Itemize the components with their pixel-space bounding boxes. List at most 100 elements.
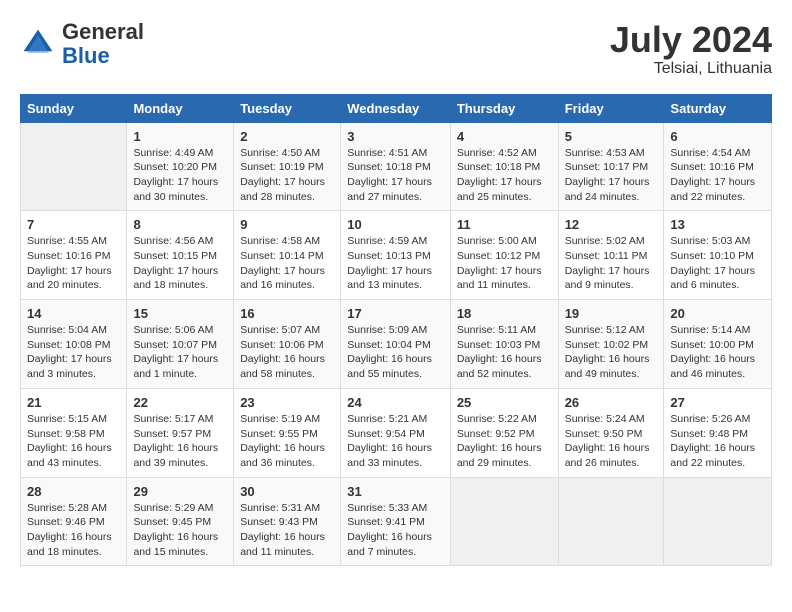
calendar-header-row: SundayMondayTuesdayWednesdayThursdayFrid… [21, 94, 772, 122]
day-number: 14 [27, 306, 120, 321]
column-header-friday: Friday [558, 94, 664, 122]
column-header-thursday: Thursday [450, 94, 558, 122]
calendar-cell [450, 477, 558, 566]
day-info: Sunrise: 5:07 AM Sunset: 10:06 PM Daylig… [240, 323, 334, 382]
calendar-cell: 26 Sunrise: 5:24 AM Sunset: 9:50 PM Dayli… [558, 388, 664, 477]
day-info: Sunrise: 4:49 AM Sunset: 10:20 PM Daylig… [133, 146, 227, 205]
week-row-2: 7 Sunrise: 4:55 AM Sunset: 10:16 PM Dayli… [21, 211, 772, 300]
day-info: Sunrise: 5:17 AM Sunset: 9:57 PM Dayligh… [133, 412, 227, 471]
day-info: Sunrise: 4:56 AM Sunset: 10:15 PM Daylig… [133, 234, 227, 293]
day-number: 26 [565, 395, 658, 410]
day-number: 21 [27, 395, 120, 410]
day-number: 28 [27, 484, 120, 499]
calendar-cell: 13 Sunrise: 5:03 AM Sunset: 10:10 PM Dayl… [664, 211, 772, 300]
day-info: Sunrise: 5:12 AM Sunset: 10:02 PM Daylig… [565, 323, 658, 382]
day-number: 24 [347, 395, 444, 410]
day-info: Sunrise: 4:52 AM Sunset: 10:18 PM Daylig… [457, 146, 552, 205]
day-number: 6 [670, 129, 765, 144]
logo: General Blue [20, 20, 144, 68]
column-header-wednesday: Wednesday [341, 94, 451, 122]
day-info: Sunrise: 5:33 AM Sunset: 9:41 PM Dayligh… [347, 501, 444, 560]
day-info: Sunrise: 5:19 AM Sunset: 9:55 PM Dayligh… [240, 412, 334, 471]
calendar-cell: 30Sunrise: 5:31 AM Sunset: 9:43 PM Dayli… [234, 477, 341, 566]
calendar-cell: 10 Sunrise: 4:59 AM Sunset: 10:13 PM Dayl… [341, 211, 451, 300]
day-number: 31 [347, 484, 444, 499]
calendar-cell: 25 Sunrise: 5:22 AM Sunset: 9:52 PM Dayli… [450, 388, 558, 477]
day-number: 7 [27, 217, 120, 232]
day-number: 15 [133, 306, 227, 321]
calendar-cell [21, 122, 127, 211]
calendar-cell: 16 Sunrise: 5:07 AM Sunset: 10:06 PM Dayl… [234, 300, 341, 389]
location: Telsiai, Lithuania [610, 60, 772, 78]
day-info: Sunrise: 4:51 AM Sunset: 10:18 PM Daylig… [347, 146, 444, 205]
day-number: 23 [240, 395, 334, 410]
day-number: 4 [457, 129, 552, 144]
calendar-cell: 22 Sunrise: 5:17 AM Sunset: 9:57 PM Dayli… [127, 388, 234, 477]
day-number: 25 [457, 395, 552, 410]
day-info: Sunrise: 5:02 AM Sunset: 10:11 PM Daylig… [565, 234, 658, 293]
calendar-cell: 15 Sunrise: 5:06 AM Sunset: 10:07 PM Dayl… [127, 300, 234, 389]
logo-text: General Blue [62, 20, 144, 68]
calendar-cell: 24 Sunrise: 5:21 AM Sunset: 9:54 PM Dayli… [341, 388, 451, 477]
day-info: Sunrise: 5:24 AM Sunset: 9:50 PM Dayligh… [565, 412, 658, 471]
calendar-cell: 2Sunrise: 4:50 AM Sunset: 10:19 PM Dayli… [234, 122, 341, 211]
calendar-cell: 1 Sunrise: 4:49 AM Sunset: 10:20 PM Dayli… [127, 122, 234, 211]
day-info: Sunrise: 5:31 AM Sunset: 9:43 PM Dayligh… [240, 501, 334, 560]
day-info: Sunrise: 4:54 AM Sunset: 10:16 PM Daylig… [670, 146, 765, 205]
calendar-cell: 3Sunrise: 4:51 AM Sunset: 10:18 PM Dayli… [341, 122, 451, 211]
week-row-4: 21 Sunrise: 5:15 AM Sunset: 9:58 PM Dayli… [21, 388, 772, 477]
calendar-cell: 9 Sunrise: 4:58 AM Sunset: 10:14 PM Dayli… [234, 211, 341, 300]
day-number: 5 [565, 129, 658, 144]
day-number: 16 [240, 306, 334, 321]
column-header-saturday: Saturday [664, 94, 772, 122]
day-info: Sunrise: 5:03 AM Sunset: 10:10 PM Daylig… [670, 234, 765, 293]
month-year: July 2024 [610, 20, 772, 60]
day-info: Sunrise: 5:11 AM Sunset: 10:03 PM Daylig… [457, 323, 552, 382]
calendar-cell: 19 Sunrise: 5:12 AM Sunset: 10:02 PM Dayl… [558, 300, 664, 389]
calendar-cell: 23 Sunrise: 5:19 AM Sunset: 9:55 PM Dayli… [234, 388, 341, 477]
day-number: 22 [133, 395, 227, 410]
title-section: July 2024 Telsiai, Lithuania [610, 20, 772, 78]
day-number: 12 [565, 217, 658, 232]
day-info: Sunrise: 5:15 AM Sunset: 9:58 PM Dayligh… [27, 412, 120, 471]
calendar-cell: 8Sunrise: 4:56 AM Sunset: 10:15 PM Dayli… [127, 211, 234, 300]
day-number: 19 [565, 306, 658, 321]
day-info: Sunrise: 4:53 AM Sunset: 10:17 PM Daylig… [565, 146, 658, 205]
day-number: 11 [457, 217, 552, 232]
calendar-cell: 4 Sunrise: 4:52 AM Sunset: 10:18 PM Dayli… [450, 122, 558, 211]
calendar-cell: 21 Sunrise: 5:15 AM Sunset: 9:58 PM Dayli… [21, 388, 127, 477]
day-info: Sunrise: 4:55 AM Sunset: 10:16 PM Daylig… [27, 234, 120, 293]
day-number: 27 [670, 395, 765, 410]
calendar-cell: 7 Sunrise: 4:55 AM Sunset: 10:16 PM Dayli… [21, 211, 127, 300]
day-info: Sunrise: 5:29 AM Sunset: 9:45 PM Dayligh… [133, 501, 227, 560]
calendar-table: SundayMondayTuesdayWednesdayThursdayFrid… [20, 94, 772, 567]
day-number: 10 [347, 217, 444, 232]
calendar-cell: 27Sunrise: 5:26 AM Sunset: 9:48 PM Dayli… [664, 388, 772, 477]
column-header-sunday: Sunday [21, 94, 127, 122]
day-info: Sunrise: 5:21 AM Sunset: 9:54 PM Dayligh… [347, 412, 444, 471]
day-number: 9 [240, 217, 334, 232]
day-number: 20 [670, 306, 765, 321]
week-row-3: 14 Sunrise: 5:04 AM Sunset: 10:08 PM Dayl… [21, 300, 772, 389]
column-header-tuesday: Tuesday [234, 94, 341, 122]
calendar-cell: 20Sunrise: 5:14 AM Sunset: 10:00 PM Dayl… [664, 300, 772, 389]
day-info: Sunrise: 5:22 AM Sunset: 9:52 PM Dayligh… [457, 412, 552, 471]
day-info: Sunrise: 5:06 AM Sunset: 10:07 PM Daylig… [133, 323, 227, 382]
day-info: Sunrise: 4:58 AM Sunset: 10:14 PM Daylig… [240, 234, 334, 293]
day-info: Sunrise: 4:59 AM Sunset: 10:13 PM Daylig… [347, 234, 444, 293]
calendar-cell: 28 Sunrise: 5:28 AM Sunset: 9:46 PM Dayli… [21, 477, 127, 566]
calendar-cell [664, 477, 772, 566]
day-info: Sunrise: 5:09 AM Sunset: 10:04 PM Daylig… [347, 323, 444, 382]
page-header: General Blue July 2024 Telsiai, Lithuani… [20, 20, 772, 78]
calendar-cell: 31 Sunrise: 5:33 AM Sunset: 9:41 PM Dayli… [341, 477, 451, 566]
day-info: Sunrise: 5:04 AM Sunset: 10:08 PM Daylig… [27, 323, 120, 382]
day-number: 1 [133, 129, 227, 144]
day-number: 18 [457, 306, 552, 321]
calendar-cell: 29Sunrise: 5:29 AM Sunset: 9:45 PM Dayli… [127, 477, 234, 566]
calendar-cell: 5 Sunrise: 4:53 AM Sunset: 10:17 PM Dayli… [558, 122, 664, 211]
day-number: 13 [670, 217, 765, 232]
calendar-cell: 17Sunrise: 5:09 AM Sunset: 10:04 PM Dayl… [341, 300, 451, 389]
calendar-cell: 11Sunrise: 5:00 AM Sunset: 10:12 PM Dayl… [450, 211, 558, 300]
day-info: Sunrise: 5:28 AM Sunset: 9:46 PM Dayligh… [27, 501, 120, 560]
calendar-cell: 14 Sunrise: 5:04 AM Sunset: 10:08 PM Dayl… [21, 300, 127, 389]
